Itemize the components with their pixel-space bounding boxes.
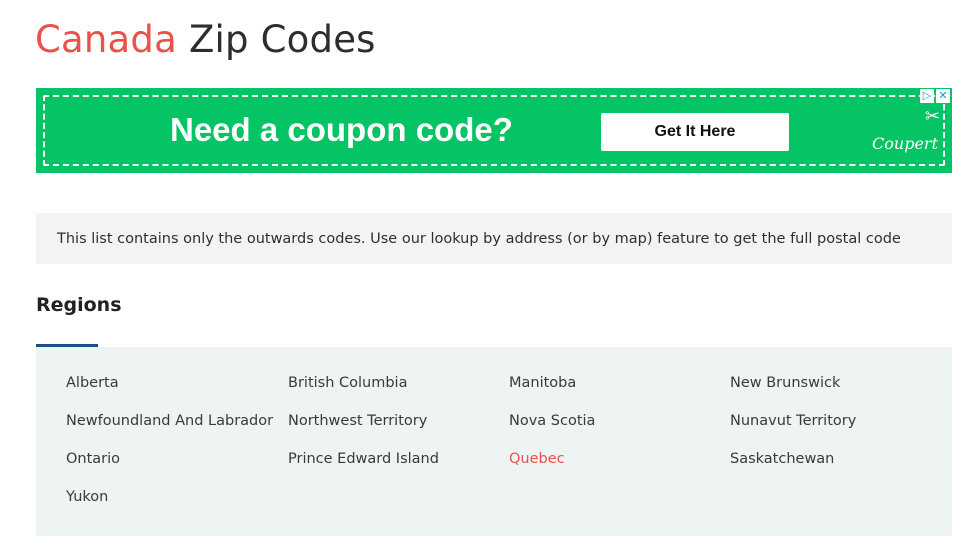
adchoices-icon[interactable]: ▷ — [920, 89, 934, 103]
region-link-northwest-territory[interactable]: Northwest Territory — [288, 411, 427, 431]
region-link-manitoba[interactable]: Manitoba — [509, 373, 576, 393]
region-link-quebec[interactable]: Quebec — [509, 449, 565, 469]
region-link-british-columbia[interactable]: British Columbia — [288, 373, 407, 393]
adchoices[interactable]: ▷ ✕ — [920, 89, 950, 103]
region-link-new-brunswick[interactable]: New Brunswick — [730, 373, 840, 393]
region-link-newfoundland-and-labrador[interactable]: Newfoundland And Labrador — [66, 411, 273, 431]
region-link-ontario[interactable]: Ontario — [66, 449, 120, 469]
notice-text: This list contains only the outwards cod… — [57, 230, 901, 247]
ad-close-icon[interactable]: ✕ — [936, 89, 950, 103]
scissors-icon: ✂ — [924, 106, 940, 127]
get-it-here-button[interactable]: Get It Here — [601, 113, 789, 151]
page-title-rest: Zip Codes — [188, 18, 376, 61]
region-link-nova-scotia[interactable]: Nova Scotia — [509, 411, 595, 431]
region-link-nunavut-territory[interactable]: Nunavut Territory — [730, 411, 856, 431]
region-link-saskatchewan[interactable]: Saskatchewan — [730, 449, 834, 469]
page-title: Canada Zip Codes — [35, 18, 376, 62]
region-link-prince-edward-island[interactable]: Prince Edward Island — [288, 449, 439, 469]
coupon-ad-banner[interactable]: Need a coupon code? Get It Here ▷ ✕ ✂ Co… — [36, 88, 952, 173]
page-title-accent: Canada — [35, 18, 177, 61]
regions-panel: Alberta British Columbia Manitoba New Br… — [36, 347, 952, 536]
region-link-yukon[interactable]: Yukon — [66, 487, 108, 507]
regions-heading: Regions — [36, 294, 122, 316]
region-link-alberta[interactable]: Alberta — [66, 373, 119, 393]
coupert-logo: Coupert — [872, 134, 938, 153]
ad-headline: Need a coupon code? — [170, 111, 513, 148]
outward-codes-notice: This list contains only the outwards cod… — [36, 213, 952, 264]
